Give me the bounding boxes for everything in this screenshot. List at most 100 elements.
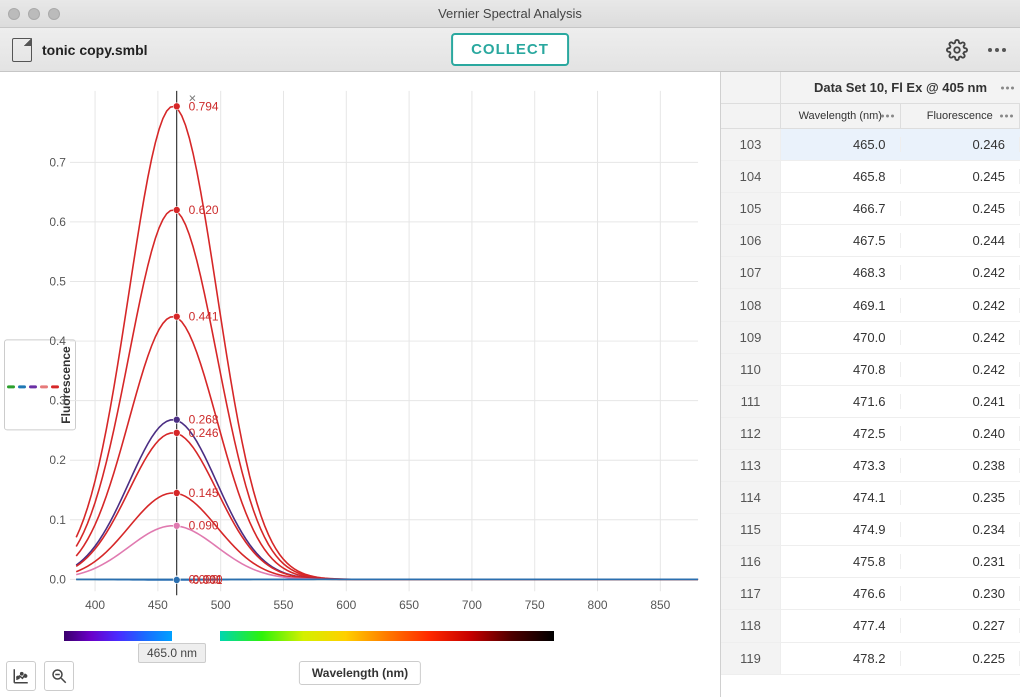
table-row[interactable]: 119 478.2 0.225 bbox=[721, 643, 1020, 675]
table-row[interactable]: 108 469.1 0.242 bbox=[721, 289, 1020, 321]
spectrum-bar-right bbox=[220, 631, 554, 641]
data-panel: Data Set 10, Fl Ex @ 405 nm Wavelength (… bbox=[720, 72, 1020, 697]
svg-text:400: 400 bbox=[85, 598, 105, 612]
table-row[interactable]: 109 470.0 0.242 bbox=[721, 322, 1020, 354]
plot[interactable]: 4004505005506006507007508008500.00.10.20… bbox=[50, 82, 708, 642]
table-row[interactable]: 112 472.5 0.240 bbox=[721, 418, 1020, 450]
row-number: 117 bbox=[721, 578, 781, 609]
collect-button[interactable]: COLLECT bbox=[451, 33, 569, 66]
table-row[interactable]: 117 476.6 0.230 bbox=[721, 578, 1020, 610]
dataset-title[interactable]: Data Set 10, Fl Ex @ 405 nm bbox=[781, 72, 1020, 103]
filename[interactable]: tonic copy.smbl bbox=[42, 42, 148, 58]
col-menu-icon[interactable] bbox=[1000, 115, 1013, 118]
table-row[interactable]: 116 475.8 0.231 bbox=[721, 546, 1020, 578]
svg-text:0.7: 0.7 bbox=[50, 155, 66, 169]
cell-fluorescence[interactable]: 0.227 bbox=[901, 618, 1020, 633]
cell-wavelength[interactable]: 470.8 bbox=[781, 362, 901, 377]
table-row[interactable]: 118 477.4 0.227 bbox=[721, 610, 1020, 642]
cell-fluorescence[interactable]: 0.245 bbox=[901, 169, 1020, 184]
cursor-readout[interactable]: 465.0 nm bbox=[138, 643, 206, 663]
cell-wavelength[interactable]: 473.3 bbox=[781, 458, 901, 473]
col-fluorescence-header[interactable]: Fluorescence bbox=[901, 104, 1020, 128]
cell-fluorescence[interactable]: 0.238 bbox=[901, 458, 1020, 473]
table-row[interactable]: 114 474.1 0.235 bbox=[721, 482, 1020, 514]
cell-fluorescence[interactable]: 0.235 bbox=[901, 490, 1020, 505]
row-number: 105 bbox=[721, 193, 781, 224]
plot-svg[interactable]: 4004505005506006507007508008500.00.10.20… bbox=[50, 82, 708, 642]
graph-tools-icon[interactable] bbox=[6, 661, 36, 691]
svg-text:650: 650 bbox=[399, 598, 419, 612]
table-row[interactable]: 103 465.0 0.246 bbox=[721, 129, 1020, 161]
cell-fluorescence[interactable]: 0.231 bbox=[901, 554, 1020, 569]
cell-wavelength[interactable]: 476.6 bbox=[781, 586, 901, 601]
cell-wavelength[interactable]: 468.3 bbox=[781, 265, 901, 280]
svg-text:0.268: 0.268 bbox=[189, 413, 219, 427]
svg-text:600: 600 bbox=[336, 598, 356, 612]
cell-fluorescence[interactable]: 0.242 bbox=[901, 330, 1020, 345]
cell-wavelength[interactable]: 474.9 bbox=[781, 522, 901, 537]
cell-fluorescence[interactable]: 0.244 bbox=[901, 233, 1020, 248]
row-number: 114 bbox=[721, 482, 781, 513]
table-body[interactable]: 103 465.0 0.246104 465.8 0.245105 466.7 … bbox=[721, 129, 1020, 697]
cell-wavelength[interactable]: 465.0 bbox=[781, 137, 901, 152]
cell-wavelength[interactable]: 466.7 bbox=[781, 201, 901, 216]
cell-fluorescence[interactable]: 0.225 bbox=[901, 651, 1020, 666]
svg-text:0.620: 0.620 bbox=[189, 203, 219, 217]
file-icon[interactable] bbox=[12, 38, 32, 62]
svg-text:0.6: 0.6 bbox=[50, 215, 66, 229]
row-number: 111 bbox=[721, 386, 781, 417]
gear-icon[interactable] bbox=[946, 39, 968, 61]
svg-text:0.145: 0.145 bbox=[189, 486, 219, 500]
cell-fluorescence[interactable]: 0.234 bbox=[901, 522, 1020, 537]
cell-wavelength[interactable]: 471.6 bbox=[781, 394, 901, 409]
dataset-menu-icon[interactable] bbox=[1001, 86, 1014, 89]
svg-text:0.2: 0.2 bbox=[50, 453, 66, 467]
svg-text:700: 700 bbox=[462, 598, 482, 612]
table-row[interactable]: 115 474.9 0.234 bbox=[721, 514, 1020, 546]
row-number: 115 bbox=[721, 514, 781, 545]
chart-area[interactable]: Fluorescence 400450500550600650700750800… bbox=[0, 72, 720, 697]
more-icon[interactable] bbox=[986, 39, 1008, 61]
svg-text:0.090: 0.090 bbox=[189, 519, 219, 533]
cell-wavelength[interactable]: 469.1 bbox=[781, 298, 901, 313]
row-number: 103 bbox=[721, 129, 781, 160]
cell-fluorescence[interactable]: 0.241 bbox=[901, 394, 1020, 409]
cell-wavelength[interactable]: 465.8 bbox=[781, 169, 901, 184]
cell-fluorescence[interactable]: 0.242 bbox=[901, 298, 1020, 313]
cell-wavelength[interactable]: 470.0 bbox=[781, 330, 901, 345]
cell-fluorescence[interactable]: 0.242 bbox=[901, 265, 1020, 280]
row-number: 104 bbox=[721, 161, 781, 192]
table-row[interactable]: 106 467.5 0.244 bbox=[721, 225, 1020, 257]
cell-wavelength[interactable]: 467.5 bbox=[781, 233, 901, 248]
row-number: 116 bbox=[721, 546, 781, 577]
x-axis-label[interactable]: Wavelength (nm) bbox=[299, 661, 421, 685]
cell-wavelength[interactable]: 474.1 bbox=[781, 490, 901, 505]
svg-text:-0.001: -0.001 bbox=[189, 573, 223, 587]
table-row[interactable]: 113 473.3 0.238 bbox=[721, 450, 1020, 482]
cell-wavelength[interactable]: 472.5 bbox=[781, 426, 901, 441]
table-row[interactable]: 107 468.3 0.242 bbox=[721, 257, 1020, 289]
cell-fluorescence[interactable]: 0.245 bbox=[901, 201, 1020, 216]
cell-wavelength[interactable]: 475.8 bbox=[781, 554, 901, 569]
table-row[interactable]: 111 471.6 0.241 bbox=[721, 386, 1020, 418]
svg-text:0.794: 0.794 bbox=[189, 99, 219, 113]
table-row[interactable]: 105 466.7 0.245 bbox=[721, 193, 1020, 225]
cell-fluorescence[interactable]: 0.246 bbox=[901, 137, 1020, 152]
cell-wavelength[interactable]: 477.4 bbox=[781, 618, 901, 633]
table-row[interactable]: 104 465.8 0.245 bbox=[721, 161, 1020, 193]
table-row[interactable]: 110 470.8 0.242 bbox=[721, 354, 1020, 386]
cell-fluorescence[interactable]: 0.230 bbox=[901, 586, 1020, 601]
window-title: Vernier Spectral Analysis bbox=[0, 6, 1020, 21]
col-wavelength-header[interactable]: Wavelength (nm) bbox=[781, 104, 901, 128]
svg-text:0.246: 0.246 bbox=[189, 426, 219, 440]
row-number: 108 bbox=[721, 289, 781, 320]
row-number: 113 bbox=[721, 450, 781, 481]
cell-fluorescence[interactable]: 0.240 bbox=[901, 426, 1020, 441]
col-menu-icon[interactable] bbox=[881, 115, 894, 118]
svg-text:0.0: 0.0 bbox=[50, 572, 66, 586]
zoom-fit-icon[interactable] bbox=[44, 661, 74, 691]
cell-fluorescence[interactable]: 0.242 bbox=[901, 362, 1020, 377]
svg-text:0.3: 0.3 bbox=[50, 394, 66, 408]
cell-wavelength[interactable]: 478.2 bbox=[781, 651, 901, 666]
toolbar: tonic copy.smbl COLLECT bbox=[0, 28, 1020, 72]
